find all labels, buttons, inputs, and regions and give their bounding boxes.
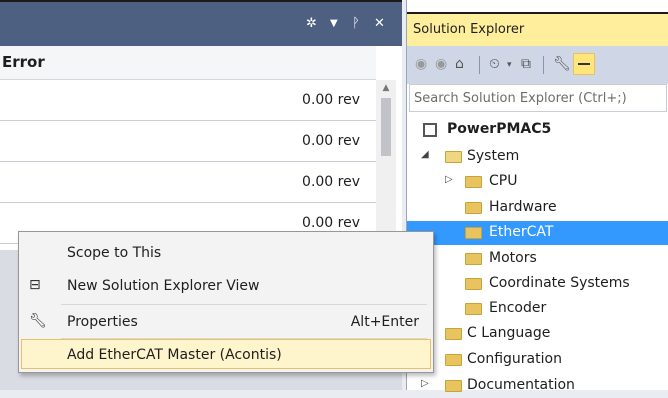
history-dropdown-icon[interactable]: ▾ [507,60,512,70]
collapsed-arrow-icon[interactable]: ▷ [421,378,429,389]
tree-item-label: CPU [489,173,518,189]
row-value: 0.00 rev [302,174,360,190]
solution-explorer-title: Solution Explorer [413,22,525,37]
tree-item-label: EtherCAT [489,224,554,240]
context-menu: Scope to This ⊟ New Solution Explorer Vi… [18,231,434,373]
tree-item-root[interactable]: PowerPMAC5 [407,118,668,142]
toolbar-divider [479,56,480,74]
tree-item-label: Coordinate Systems [489,275,630,291]
tree-item-motors[interactable]: Motors [407,247,668,271]
tree-item-system[interactable]: ◢ System [407,145,668,169]
history-icon[interactable]: ⏲ [489,56,500,72]
menu-item-label: New Solution Explorer View [67,278,260,294]
column-header[interactable]: Error [0,46,376,80]
folder-icon [465,202,482,214]
tree-item-c-language[interactable]: C Language [407,322,668,346]
close-icon[interactable]: ✕ [374,16,385,31]
gear-icon[interactable]: ✲ [306,16,317,31]
menu-item-new-solution-explorer-view[interactable]: ⊟ New Solution Explorer View [21,269,431,303]
preview-icon [578,63,590,65]
solution-explorer-title-bar[interactable]: Solution Explorer [407,12,668,48]
wrench-icon[interactable]: 🔧︎ [553,56,571,72]
tree-item-configuration[interactable]: Configuration [407,348,668,372]
search-placeholder: Search Solution Explorer (Ctrl+;) [414,91,627,106]
tree-item-documentation[interactable]: ▷ Documentation [407,374,668,398]
menu-item-label: Scope to This [67,245,162,261]
tree-item-ethercat[interactable]: EtherCAT [407,221,668,245]
menu-item-scope-to-this[interactable]: Scope to This [21,236,431,270]
project-icon [423,123,437,137]
tree-item-label: System [467,148,520,164]
solution-explorer-toolbar: ◉ ◉ ⌂ ⏲ ▾ ⧉ 🔧︎ [407,46,668,84]
solution-explorer-panel: Solution Explorer ◉ ◉ ⌂ ⏲ ▾ ⧉ 🔧︎ Search … [406,0,668,393]
collapse-all-icon[interactable]: ⧉ [521,56,531,72]
folder-icon [465,278,482,290]
dropdown-icon[interactable]: ▼ [330,18,338,29]
preview-toggle-button[interactable] [573,53,595,75]
menu-item-shortcut: Alt+Enter [350,314,419,330]
open-folder-icon [445,151,462,163]
collapsed-arrow-icon[interactable]: ▷ [445,174,453,185]
folder-icon [465,227,482,239]
tree-item-label: Configuration [467,351,562,367]
forward-icon[interactable]: ◉ [435,56,447,72]
scroll-up-icon[interactable]: ▲ [376,80,396,96]
tree-item-label: Hardware [489,199,557,215]
table-row[interactable]: 0.00 rev [0,80,376,121]
tree-item-hardware[interactable]: Hardware [407,196,668,220]
table-row[interactable]: 0.00 rev [0,162,376,203]
wrench-icon: 🔧︎ [29,313,47,329]
row-value: 0.00 rev [302,92,360,108]
tree-item-label: Motors [489,250,537,266]
tree-item-label: C Language [467,325,551,341]
column-header-label: Error [2,53,45,71]
folder-icon [465,176,482,188]
menu-item-label: Add EtherCAT Master (Acontis) [67,347,282,363]
tree-item-cpu[interactable]: ▷ CPU [407,170,668,194]
tree-item-label: Documentation [467,377,575,393]
folder-icon [445,328,462,340]
tree-item-label: PowerPMAC5 [447,121,552,137]
row-value: 0.00 rev [302,133,360,149]
tree-item-coordinate-systems[interactable]: Coordinate Systems [407,272,668,296]
menu-item-add-ethercat-master[interactable]: Add EtherCAT Master (Acontis) [21,339,431,369]
folder-icon [445,354,462,366]
toolbar-divider [543,56,544,74]
back-icon[interactable]: ◉ [415,56,427,72]
pin-icon[interactable]: ᚹ [352,16,360,31]
table-row[interactable]: 0.00 rev [0,121,376,162]
vertical-scrollbar[interactable]: ▲ [376,80,396,250]
scroll-thumb[interactable] [381,98,391,156]
expanded-arrow-icon[interactable]: ◢ [421,149,429,160]
tree-item-encoder[interactable]: Encoder [407,297,668,321]
menu-item-label: Properties [67,314,138,330]
row-value: 0.00 rev [302,215,360,231]
folder-icon [465,253,482,265]
tree-item-label: Encoder [489,300,547,316]
menu-item-properties[interactable]: 🔧︎ Properties Alt+Enter [21,305,431,339]
folder-icon [445,380,462,392]
folder-icon [465,303,482,315]
home-icon[interactable]: ⌂ [455,56,464,72]
new-window-icon: ⊟ [29,277,41,293]
panel-title-bar: ✲ ▼ ᚹ ✕ [0,0,402,46]
search-input[interactable]: Search Solution Explorer (Ctrl+;) [409,84,667,112]
